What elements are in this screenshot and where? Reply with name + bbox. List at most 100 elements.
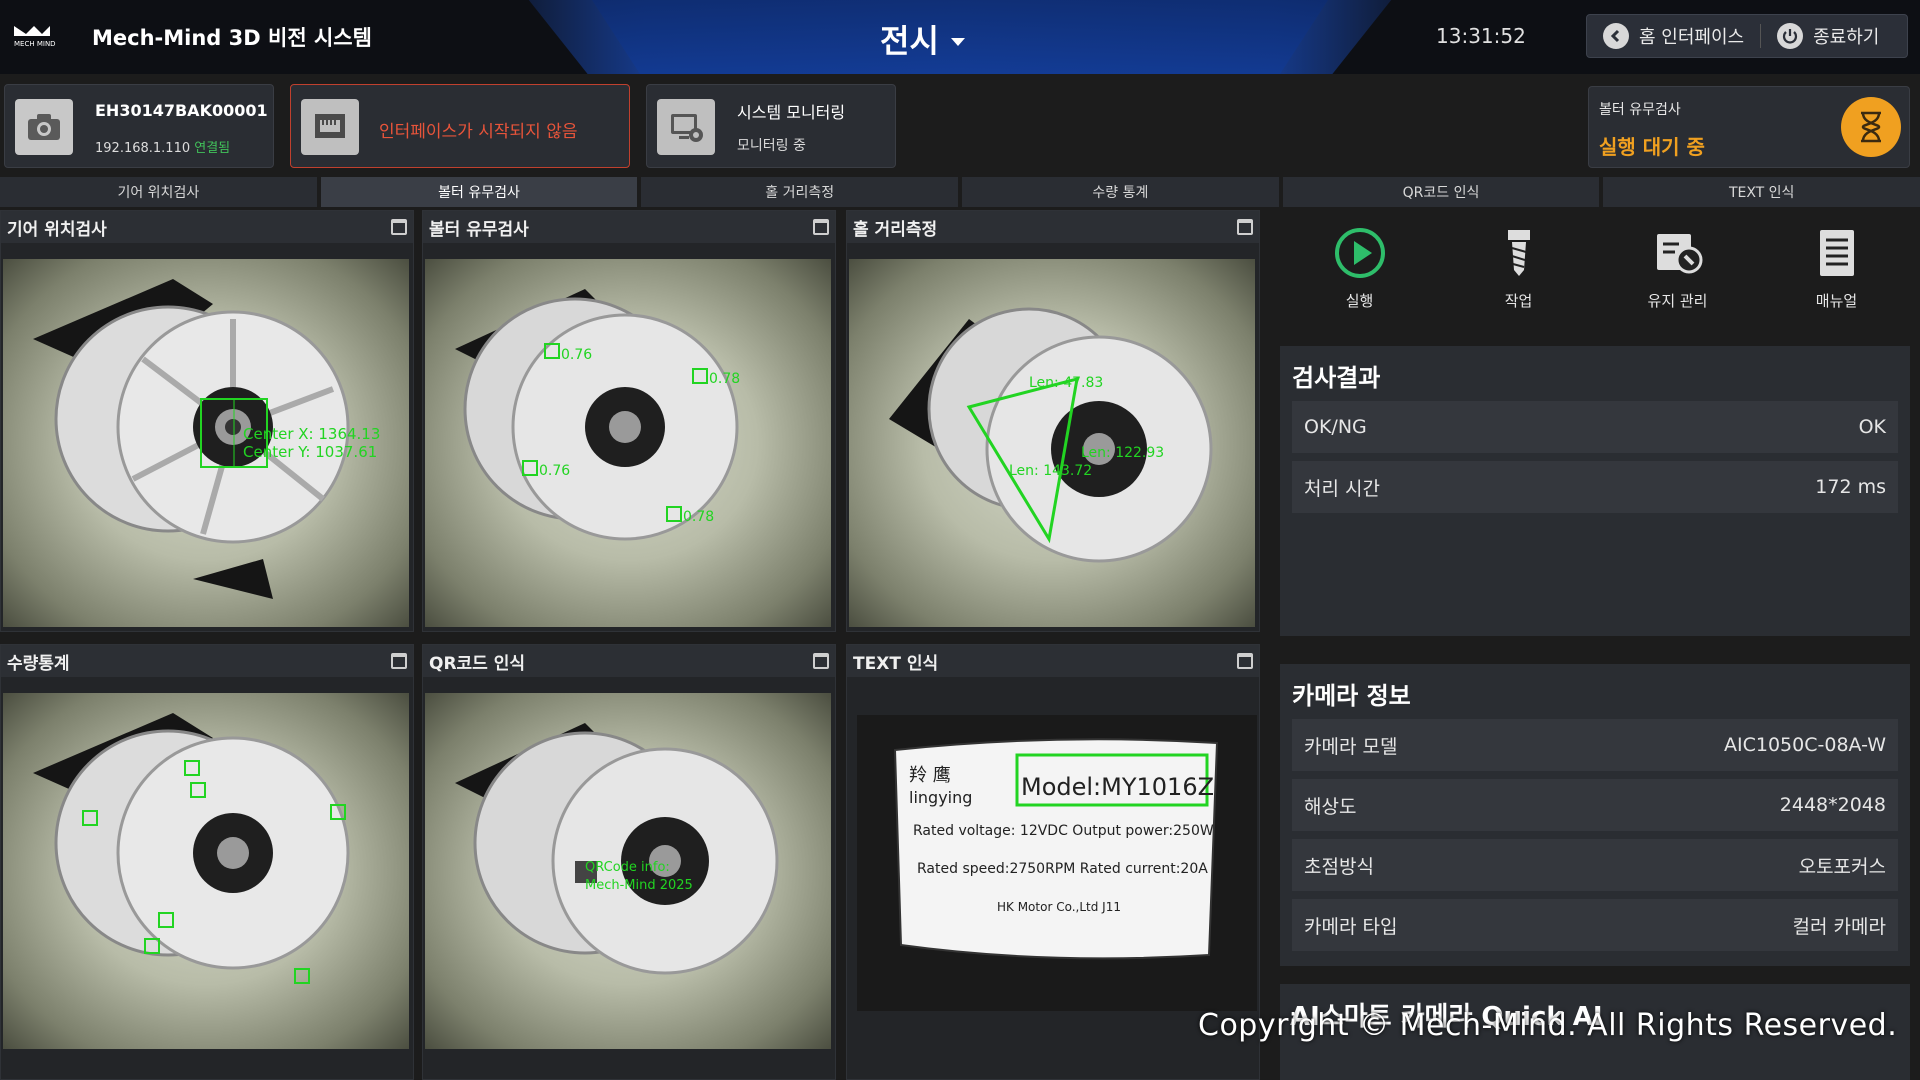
row-value: 컬러 카메라: [1792, 915, 1886, 938]
panel-count-stats: 수량통계: [0, 644, 414, 1080]
monitor-title: 시스템 모니터링: [737, 103, 846, 122]
camera-id: EH30147BAK00001: [95, 101, 268, 120]
row-value: 2448*2048: [1779, 794, 1886, 816]
job-button[interactable]: 작업: [1439, 216, 1598, 338]
camera-connection: 192.168.1.110 연결됨: [95, 137, 230, 156]
top-bar: MECH MIND Mech-Mind 3D 비전 시스템 전시 13:31:5…: [0, 0, 1920, 74]
calendar-icon[interactable]: [391, 219, 407, 235]
label-brand-en: lingying: [909, 788, 972, 807]
back-arrow-icon: [1603, 23, 1629, 49]
panel-title: QR코드 인식: [429, 653, 526, 674]
clock: 13:31:52: [1436, 24, 1526, 48]
document-icon: [1819, 230, 1854, 276]
camera-row-model: 카메라 모델 AIC1050C-08A-W: [1292, 719, 1898, 771]
chevron-down-icon: [950, 38, 965, 46]
calendar-icon[interactable]: [813, 653, 829, 669]
mech-mind-logo: MECH MIND: [14, 26, 56, 48]
top-actions: 홈 인터페이스 종료하기: [1586, 14, 1908, 58]
system-monitor-card[interactable]: 시스템 모니터링 모니터링 중: [646, 84, 896, 168]
camera-info-section: 카메라 정보 카메라 모델 AIC1050C-08A-W 해상도 2448*20…: [1280, 664, 1910, 966]
label-line-3: HK Motor Co.,Ltd J11: [997, 900, 1121, 914]
wrench-folder-icon: [1656, 234, 1702, 274]
job-label: 작업: [1504, 292, 1533, 310]
panel-bolt-check: 볼터 유무검사 0.76 0.78 0.76 0.78: [422, 210, 836, 632]
exit-label: 종료하기: [1813, 27, 1880, 48]
svg-text:MECH MIND: MECH MIND: [14, 40, 56, 48]
tab-hole-distance[interactable]: 홀 거리측정: [641, 177, 959, 209]
panel-title: 홀 거리측정: [853, 219, 938, 240]
maintenance-button[interactable]: 유지 관리: [1598, 216, 1757, 338]
panel-header: 볼터 유무검사: [423, 211, 835, 243]
home-interface-label: 홈 인터페이스: [1639, 27, 1745, 48]
panel-header: TEXT 인식: [847, 645, 1259, 677]
result-row-ok-ng: OK/NG OK: [1292, 401, 1898, 453]
calendar-icon[interactable]: [1237, 653, 1253, 669]
app-title: Mech-Mind 3D 비전 시스템: [92, 26, 372, 50]
camera-image: [3, 693, 409, 1049]
calendar-icon[interactable]: [391, 653, 407, 669]
label-line-2: Rated speed:2750RPM Rated current:20A: [917, 861, 1208, 877]
panel-gear-position: 기어 위치검사 Center X: 1364.13 Center Y: 1037…: [0, 210, 414, 632]
manual-button[interactable]: 매뉴얼: [1757, 216, 1916, 338]
panel-title: 기어 위치검사: [7, 219, 107, 240]
task-tabs: 기어 위치검사 볼터 유무검사 홀 거리측정 수량 통계 QR코드 인식 TEX…: [0, 177, 1920, 209]
row-value: 오토포커스: [1798, 855, 1886, 878]
row-value: AIC1050C-08A-W: [1724, 734, 1886, 756]
camera-status-card[interactable]: EH30147BAK00001 192.168.1.110 연결됨: [4, 84, 274, 168]
hourglass-icon: [1841, 97, 1901, 157]
camera-row-type: 카메라 타입 컬러 카메라: [1292, 899, 1898, 951]
tab-gear-position[interactable]: 기어 위치검사: [0, 177, 317, 209]
monitor-sub: 모니터링 중: [737, 138, 806, 154]
action-toolbar: 실행 작업 유지 관리 매뉴얼: [1280, 216, 1916, 338]
row-label: 해상도: [1304, 795, 1357, 818]
tab-bolt-check[interactable]: 볼터 유무검사: [320, 177, 638, 209]
panel-title: 수량통계: [7, 653, 70, 674]
tab-count-stats[interactable]: 수량 통계: [962, 177, 1279, 209]
monitor-gear-icon: [657, 99, 715, 155]
camera-row-resolution: 해상도 2448*2048: [1292, 779, 1898, 831]
camera-icon: [15, 99, 73, 155]
camera-info-title: 카메라 정보: [1292, 682, 1411, 710]
label-model: Model:MY1016Z: [1021, 773, 1214, 801]
play-icon: [1334, 228, 1385, 278]
camera-image: Center X: 1364.13 Center Y: 1037.61: [3, 259, 409, 627]
center-x-overlay: Center X: 1364.13: [243, 425, 380, 443]
label-brand: 羚 鹰: [909, 765, 951, 786]
bolt-score-4: 0.78: [683, 509, 714, 525]
home-interface-button[interactable]: 홈 인터페이스: [1587, 15, 1760, 57]
copyright-watermark: Copyright © Mech-Mind. All Rights Reserv…: [1198, 1008, 1898, 1043]
exit-button[interactable]: 종료하기: [1761, 15, 1895, 57]
mode-selector[interactable]: 전시: [880, 16, 965, 62]
distance-2: Len: 122.93: [1081, 445, 1164, 461]
center-y-overlay: Center Y: 1037.61: [243, 443, 377, 461]
run-label: 실행: [1345, 292, 1374, 310]
run-button[interactable]: 실행: [1280, 216, 1439, 338]
connection-state: 연결됨: [194, 141, 231, 156]
tab-qr-code[interactable]: QR코드 인식: [1282, 177, 1600, 209]
distance-1: Len: 47.83: [1029, 375, 1103, 391]
result-row-process-time: 처리 시간 172 ms: [1292, 461, 1898, 513]
manual-label: 매뉴얼: [1815, 292, 1858, 310]
calendar-icon[interactable]: [813, 219, 829, 235]
network-port-icon: [301, 99, 359, 155]
run-state: 실행 대기 중: [1599, 135, 1705, 159]
inspection-result-section: 검사결과 OK/NG OK 처리 시간 172 ms: [1280, 346, 1910, 636]
panel-hole-distance: 홀 거리측정 Len: 47.83 Len: 122.93 Len: 143.7…: [846, 210, 1260, 632]
calendar-icon[interactable]: [1237, 219, 1253, 235]
row-label: 카메라 타입: [1304, 915, 1398, 938]
camera-ip: 192.168.1.110: [95, 141, 191, 156]
bolt-score-1: 0.76: [561, 347, 592, 363]
qr-info-label: QRCode info:: [585, 860, 670, 875]
camera-image: Len: 47.83 Len: 122.93 Len: 143.72: [849, 259, 1255, 627]
power-icon: [1777, 23, 1804, 49]
row-value: OK: [1858, 416, 1886, 438]
panel-title: TEXT 인식: [853, 653, 939, 674]
interface-status-card[interactable]: 인터페이스가 시작되지 않음: [290, 84, 630, 168]
bolt-score-3: 0.76: [539, 463, 570, 479]
panel-qr-code: QR코드 인식 QRCode info: Mech-Mind 2025: [422, 644, 836, 1080]
row-label: 처리 시간: [1304, 477, 1380, 500]
tab-text-recognition[interactable]: TEXT 인식: [1603, 177, 1920, 209]
mode-label: 전시: [880, 22, 939, 60]
panel-header: QR코드 인식: [423, 645, 835, 677]
label-line-1: Rated voltage: 12VDC Output power:250W: [913, 823, 1214, 839]
